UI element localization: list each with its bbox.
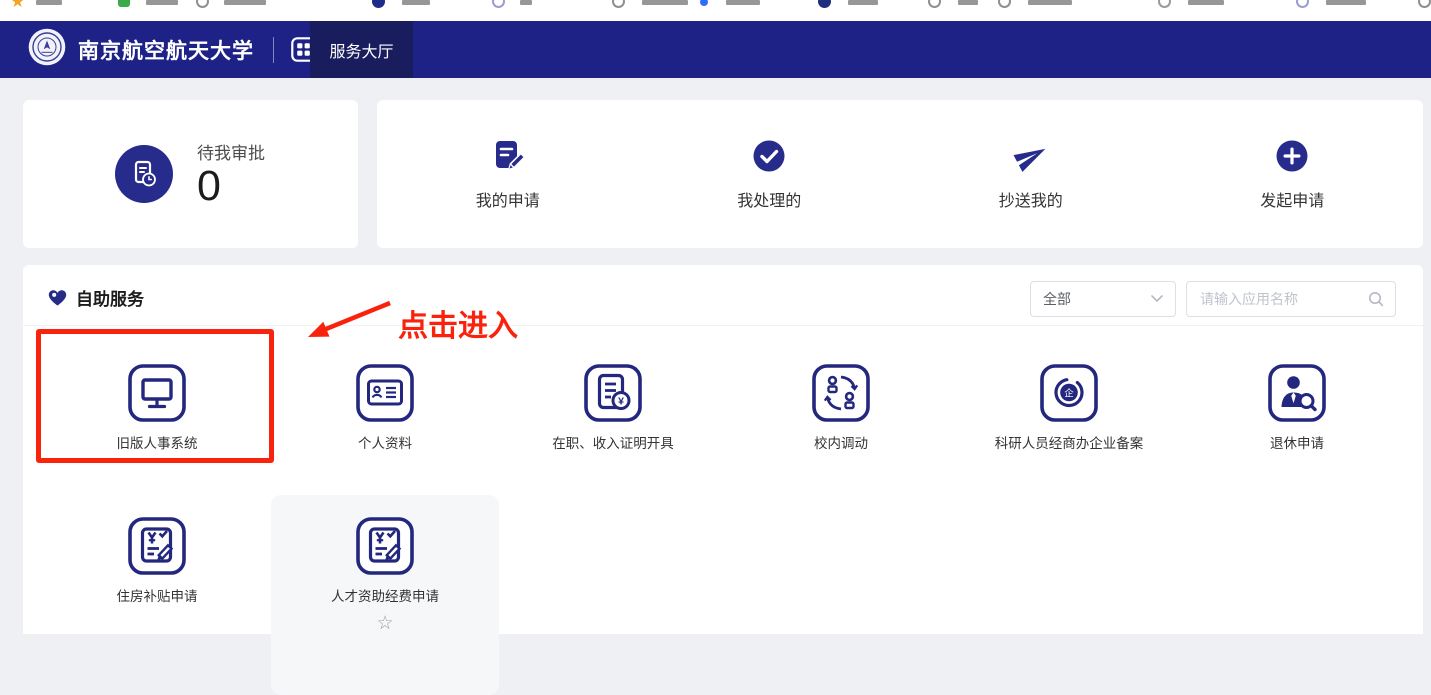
category-filter-select[interactable]: 全部	[1030, 281, 1176, 317]
app-tile-label: 旧版人事系统	[117, 432, 198, 452]
university-name: 南京航空航天大学	[78, 35, 254, 65]
app-tile-retirement-application[interactable]: 退休申请	[1183, 350, 1411, 452]
certificate-yen-icon: ¥	[584, 364, 642, 422]
app-tile-talent-funding[interactable]: 人才资助经费申请 ☆	[271, 495, 499, 695]
app-tile-label: 科研人员经商办企业备案	[995, 432, 1144, 452]
favicon-icon[interactable]	[818, 0, 831, 8]
monitor-icon	[128, 364, 186, 422]
bookmark-star-icon[interactable]: ★	[10, 0, 25, 10]
search-icon[interactable]	[1368, 291, 1384, 307]
app-tile-housing-subsidy[interactable]: 住房补贴申请	[43, 495, 271, 695]
app-tile-employment-income-certificate[interactable]: ¥ 在职、收入证明开具	[499, 350, 727, 452]
id-card-icon	[356, 364, 414, 422]
app-tile-label: 校内调动	[814, 432, 868, 452]
favicon-icon[interactable]	[1158, 0, 1171, 8]
favicon-icon[interactable]	[492, 0, 505, 8]
bookmark-label-stub[interactable]	[36, 0, 62, 5]
action-label: 我的申请	[476, 187, 540, 211]
section-title: 自助服务	[76, 285, 144, 310]
document-edit-icon	[490, 138, 526, 174]
bookmark-label-stub[interactable]	[958, 0, 978, 5]
favicon-icon[interactable]	[1418, 0, 1431, 8]
favicon-icon[interactable]	[998, 0, 1011, 8]
bookmark-label-stub[interactable]	[520, 0, 532, 5]
bookmark-label-stub[interactable]	[146, 0, 178, 5]
favicon-icon[interactable]	[372, 0, 385, 8]
app-tile-internal-transfer[interactable]: 校内调动	[727, 350, 955, 452]
check-circle-icon	[751, 138, 787, 174]
app-search-input[interactable]	[1198, 290, 1368, 308]
bookmark-label-stub[interactable]	[848, 0, 878, 5]
favicon-icon[interactable]	[118, 0, 130, 7]
app-tile-personal-profile[interactable]: 个人资料	[271, 350, 499, 452]
chevron-down-icon	[1151, 295, 1163, 303]
app-header: 南京航空航天大学 服务大厅	[0, 21, 1431, 78]
app-tile-label: 人才资助经费申请	[331, 585, 439, 605]
my-processed-button[interactable]: 我处理的	[639, 138, 901, 211]
svg-text:¥: ¥	[618, 395, 624, 407]
bookmark-label-stub[interactable]	[1326, 0, 1366, 5]
pending-approval-label: 待我审批	[197, 139, 265, 164]
app-tile-label: 在职、收入证明开具	[552, 432, 674, 452]
bookmark-label-stub[interactable]	[1028, 0, 1072, 5]
bookmark-label-stub[interactable]	[402, 0, 430, 5]
app-tile-enterprise-filing[interactable]: 企 科研人员经商办企业备案	[955, 350, 1183, 452]
favicon-icon[interactable]	[612, 0, 625, 8]
person-search-icon	[1268, 364, 1326, 422]
people-transfer-icon	[812, 364, 870, 422]
university-logo	[28, 28, 66, 71]
selected-category: 全部	[1043, 289, 1071, 309]
enterprise-icon: 企	[1040, 364, 1098, 422]
favicon-icon[interactable]	[196, 0, 209, 8]
paper-plane-icon	[1012, 138, 1050, 174]
plus-circle-icon	[1274, 138, 1310, 174]
money-form-icon	[356, 517, 414, 575]
money-form-icon	[128, 517, 186, 575]
favicon-icon[interactable]	[1296, 0, 1309, 8]
bookmark-label-stub[interactable]	[224, 0, 266, 5]
start-application-button[interactable]: 发起申请	[1162, 138, 1424, 211]
action-label: 我处理的	[737, 187, 801, 211]
heart-icon	[48, 289, 67, 307]
bookmark-label-stub[interactable]	[642, 0, 688, 5]
bookmark-label-stub[interactable]	[726, 0, 760, 5]
self-service-panel: 自助服务 全部 旧版人事系统	[23, 265, 1423, 634]
cc-to-me-button[interactable]: 抄送我的	[900, 138, 1162, 211]
app-tile-label: 个人资料	[358, 432, 412, 452]
tab-service-hall[interactable]: 服务大厅	[310, 21, 413, 78]
browser-bookmarks-bar: ★	[0, 0, 1431, 21]
bookmark-label-stub[interactable]	[1188, 0, 1224, 5]
action-label: 发起申请	[1260, 187, 1324, 211]
my-applications-button[interactable]: 我的申请	[377, 138, 639, 211]
favicon-icon[interactable]	[700, 0, 708, 6]
quick-actions-card: 我的申请 我处理的 抄送我的 发起申请	[377, 100, 1423, 248]
app-tile-label: 退休申请	[1270, 432, 1324, 452]
action-label: 抄送我的	[999, 187, 1063, 211]
divider	[23, 325, 1423, 326]
pending-approval-count: 0	[197, 164, 265, 209]
header-divider	[273, 37, 274, 63]
app-tile-label: 住房补贴申请	[117, 585, 198, 605]
favicon-icon[interactable]	[928, 0, 941, 8]
favorite-star-icon[interactable]: ☆	[376, 614, 393, 633]
pending-approval-card[interactable]: 待我审批 0	[23, 100, 358, 248]
svg-text:企: 企	[1064, 387, 1074, 399]
app-tile-legacy-hr-system[interactable]: 旧版人事系统	[43, 350, 271, 452]
approval-document-icon	[115, 145, 173, 203]
app-search-box	[1186, 281, 1396, 317]
